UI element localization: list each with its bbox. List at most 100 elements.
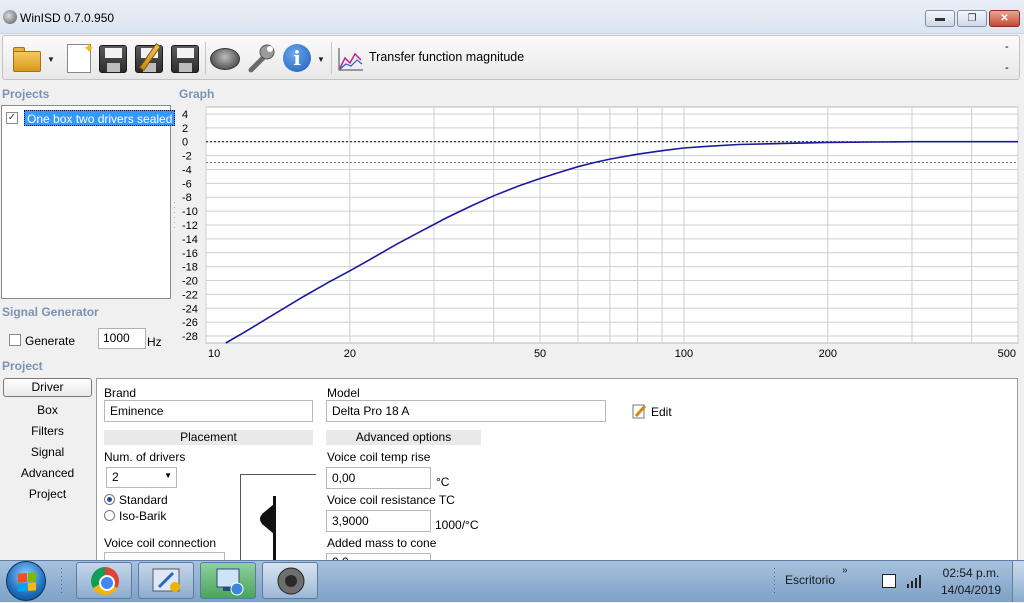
app-icon — [3, 10, 17, 24]
y-tick-label: -8 — [182, 192, 192, 204]
placement-diagram — [240, 474, 316, 564]
toolbar: ▼ ✦ i ▼ Transfer function magnitude - - — [2, 35, 1020, 80]
y-tick-label: -26 — [182, 317, 198, 329]
winisd-icon[interactable] — [262, 562, 318, 599]
vc-temp-rise-label: Voice coil temp rise — [327, 450, 431, 464]
y-tick-label: -28 — [182, 331, 198, 343]
generate-label: Generate — [25, 334, 76, 348]
vc-resistance-tc-field[interactable]: 3,9000 — [326, 510, 431, 532]
projects-list[interactable]: ✓ One box two drivers sealed — [1, 105, 176, 299]
info-dropdown-arrow-icon[interactable]: ▼ — [317, 55, 325, 64]
standard-label: Standard — [119, 493, 168, 507]
y-tick-label: -14 — [182, 234, 198, 246]
voice-coil-connection-label: Voice coil connection — [104, 536, 217, 550]
toolbar-separator — [331, 42, 332, 74]
clock-date[interactable]: 14/04/2019 — [938, 583, 1004, 597]
desktop-toolbar-label[interactable]: Escritorio — [785, 573, 835, 587]
taskbar-grip: · · · · · · · — [60, 563, 63, 597]
tab-box[interactable]: Box — [3, 403, 92, 417]
tab-driver[interactable]: Driver — [3, 378, 92, 397]
save-all-icon[interactable] — [169, 42, 201, 74]
advanced-options-header: Advanced options — [326, 430, 481, 445]
new-star-icon: ✦ — [83, 40, 95, 56]
network-icon[interactable] — [200, 562, 256, 599]
tab-advanced[interactable]: Advanced — [3, 466, 92, 480]
toolbar-dash: - — [1005, 62, 1009, 74]
project-checkbox[interactable]: ✓ — [6, 112, 18, 124]
info-icon[interactable]: i — [281, 42, 313, 74]
chrome-icon[interactable] — [76, 562, 132, 599]
tab-filters[interactable]: Filters — [3, 424, 92, 438]
y-tick-label: -12 — [182, 220, 198, 232]
window-title: WinISD 0.7.0.950 — [20, 11, 115, 25]
title-bar: WinISD 0.7.0.950 ▬ ❐ ✕ — [0, 0, 1024, 34]
chart-icon[interactable] — [337, 46, 365, 72]
toolbar-chevron-icon[interactable]: » — [842, 565, 848, 576]
new-document-icon[interactable]: ✦ — [63, 40, 95, 74]
folder-open-icon[interactable] — [11, 42, 43, 74]
y-tick-label: -22 — [182, 289, 198, 301]
clock-time[interactable]: 02:54 p.m. — [940, 566, 1002, 580]
frequency-input[interactable]: 1000 — [98, 328, 146, 349]
brand-field[interactable]: Eminence — [104, 400, 313, 422]
isobarik-radio[interactable] — [104, 510, 115, 521]
projects-title: Projects — [2, 87, 50, 101]
project-item-label[interactable]: One box two drivers sealed — [24, 110, 176, 126]
x-tick-label: 20 — [344, 348, 356, 358]
signal-generator-title: Signal Generator — [2, 305, 99, 319]
y-tick-labels: 4 2 0 -2-4 -6 -8 -10 -12 -14 -16 -18 -20-22 -24 -26 -2… — [182, 109, 198, 343]
taskbar-grip: · · · · · · · — [773, 563, 776, 597]
placement-header: Placement — [104, 430, 313, 445]
y-tick-label: 4 — [182, 109, 188, 121]
x-tick-label: 50 — [534, 348, 546, 358]
vc-resistance-tc-unit: 1000/°C — [435, 518, 479, 532]
minimize-button[interactable]: ▬ — [925, 10, 955, 27]
start-button[interactable] — [6, 561, 46, 601]
y-tick-label: -24 — [182, 303, 198, 315]
maximize-button[interactable]: ❐ — [957, 10, 987, 27]
edit-button[interactable]: Edit — [651, 405, 672, 419]
y-tick-label: -6 — [182, 178, 192, 190]
tools-icon[interactable] — [245, 42, 277, 74]
transfer-function-graph[interactable]: 420-2-4-6-8-10-12-14-16-18-20-22-24-26-2… — [176, 102, 1021, 358]
num-drivers-value: 2 — [112, 470, 119, 484]
graph-title: Graph — [179, 87, 215, 101]
y-tick-label: 2 — [182, 123, 188, 135]
tab-signal[interactable]: Signal — [3, 445, 92, 459]
y-tick-label: -10 — [182, 206, 198, 218]
isobarik-label: Iso-Barik — [119, 509, 167, 523]
driver-icon[interactable] — [209, 42, 241, 74]
show-desktop-button[interactable] — [1012, 561, 1024, 602]
edit-icon[interactable] — [632, 403, 648, 419]
toolbar-dash: - — [1005, 41, 1009, 53]
tab-project[interactable]: Project — [3, 487, 92, 501]
project-title: Project — [2, 359, 43, 373]
y-tick-label: 0 — [182, 137, 188, 149]
x-tick-label: 500 — [998, 348, 1016, 358]
model-field[interactable]: Delta Pro 18 A — [326, 400, 606, 422]
generate-checkbox[interactable] — [9, 334, 21, 346]
chevron-down-icon: ▼ — [164, 471, 172, 480]
vc-temp-rise-unit: °C — [436, 475, 450, 489]
save-as-icon[interactable] — [133, 42, 165, 74]
y-tick-label: -4 — [182, 164, 192, 176]
save-icon[interactable] — [97, 42, 129, 74]
y-tick-label: -2 — [182, 151, 192, 163]
graph-type-label[interactable]: Transfer function magnitude — [369, 50, 524, 64]
power-icon[interactable] — [882, 574, 896, 588]
system-tool-icon[interactable] — [138, 562, 194, 599]
open-dropdown-arrow-icon[interactable]: ▼ — [47, 55, 55, 64]
y-tick-label: -18 — [182, 262, 198, 274]
y-tick-label: -20 — [182, 276, 198, 288]
close-button[interactable]: ✕ — [989, 10, 1020, 27]
num-drivers-select[interactable]: 2 ▼ — [106, 467, 177, 488]
standard-radio[interactable] — [104, 494, 115, 505]
num-drivers-label: Num. of drivers — [104, 450, 186, 464]
model-label: Model — [327, 386, 360, 400]
x-tick-label: 200 — [819, 348, 837, 358]
toolbar-separator — [205, 42, 206, 74]
signal-icon[interactable] — [906, 574, 922, 591]
vc-temp-rise-field[interactable]: 0,00 — [326, 467, 431, 489]
y-tick-label: -16 — [182, 248, 198, 260]
vc-resistance-tc-label: Voice coil resistance TC — [327, 493, 455, 507]
